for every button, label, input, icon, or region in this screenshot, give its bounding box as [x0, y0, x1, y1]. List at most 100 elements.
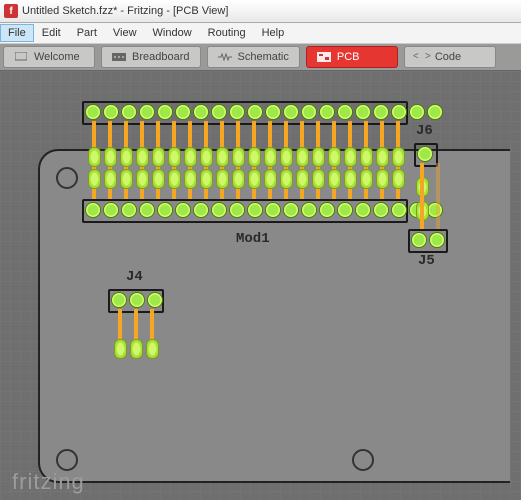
- pad[interactable]: [319, 202, 335, 218]
- breadboard-icon: [112, 52, 126, 62]
- pad[interactable]: [129, 292, 145, 308]
- header-top-pads[interactable]: [84, 103, 444, 121]
- trace-pad: [328, 169, 341, 189]
- pad[interactable]: [193, 104, 209, 120]
- tab-label: Breadboard: [132, 51, 190, 63]
- pad[interactable]: [175, 202, 191, 218]
- trace-pad: [168, 147, 181, 167]
- pad[interactable]: [283, 202, 299, 218]
- trace-pad: [232, 169, 245, 189]
- pad[interactable]: [175, 104, 191, 120]
- pad[interactable]: [211, 104, 227, 120]
- header-j4-pads[interactable]: [110, 291, 164, 309]
- pad[interactable]: [355, 104, 371, 120]
- pad[interactable]: [147, 292, 163, 308]
- pad[interactable]: [427, 104, 443, 120]
- pad[interactable]: [373, 202, 389, 218]
- pad[interactable]: [121, 202, 137, 218]
- pad[interactable]: [391, 202, 407, 218]
- menu-part[interactable]: Part: [69, 24, 105, 42]
- pad[interactable]: [229, 202, 245, 218]
- trace-pad: [360, 169, 373, 189]
- pad[interactable]: [409, 104, 425, 120]
- pad[interactable]: [319, 104, 335, 120]
- menu-file[interactable]: File: [0, 24, 34, 42]
- menu-window[interactable]: Window: [145, 24, 200, 42]
- header-j6-pads[interactable]: [416, 145, 434, 163]
- trace-pad: [248, 147, 261, 167]
- tab-pcb[interactable]: PCB: [306, 46, 398, 68]
- tab-breadboard[interactable]: Breadboard: [101, 46, 201, 68]
- trace-pad: [280, 147, 293, 167]
- pad[interactable]: [283, 104, 299, 120]
- trace-pad: [104, 147, 117, 167]
- pad[interactable]: [103, 104, 119, 120]
- trace-pad: [376, 147, 389, 167]
- tab-label: Schematic: [238, 51, 289, 63]
- trace-pad: [136, 169, 149, 189]
- menu-help[interactable]: Help: [254, 24, 293, 42]
- pad[interactable]: [301, 104, 317, 120]
- trace-pad: [328, 147, 341, 167]
- trace-pad: [120, 147, 133, 167]
- tab-code[interactable]: < > Code: [404, 46, 496, 68]
- label-j4: J4: [126, 269, 143, 285]
- trace-pad: [130, 339, 143, 359]
- tab-label: Welcome: [34, 51, 80, 63]
- header-j5-pads[interactable]: [410, 231, 446, 249]
- trace-pad: [152, 169, 165, 189]
- trace-pad: [184, 169, 197, 189]
- schematic-icon: [218, 52, 232, 62]
- tab-welcome[interactable]: Welcome: [3, 46, 95, 68]
- pad[interactable]: [427, 202, 443, 218]
- tab-label: PCB: [337, 51, 360, 63]
- label-j5: J5: [418, 253, 435, 269]
- trace-pad: [264, 169, 277, 189]
- pad[interactable]: [85, 104, 101, 120]
- menu-routing[interactable]: Routing: [200, 24, 254, 42]
- pad[interactable]: [211, 202, 227, 218]
- label-j6: J6: [416, 123, 433, 139]
- pad[interactable]: [247, 202, 263, 218]
- pad[interactable]: [373, 104, 389, 120]
- pad[interactable]: [301, 202, 317, 218]
- pad[interactable]: [139, 202, 155, 218]
- pad[interactable]: [391, 104, 407, 120]
- watermark: fritzing: [12, 469, 85, 495]
- trace-pad: [200, 169, 213, 189]
- trace-pad: [88, 169, 101, 189]
- trace-pad: [344, 169, 357, 189]
- pcb-canvas[interactable]: Mod1 J4 J5 J6 fritzing: [0, 71, 521, 500]
- pad[interactable]: [411, 232, 427, 248]
- pad[interactable]: [355, 202, 371, 218]
- menu-edit[interactable]: Edit: [34, 24, 69, 42]
- trace-pad: [248, 169, 261, 189]
- app-icon: f: [4, 4, 18, 18]
- view-tabs: Welcome Breadboard Schematic PCB < > Cod…: [0, 44, 521, 71]
- pad[interactable]: [121, 104, 137, 120]
- tab-schematic[interactable]: Schematic: [207, 46, 300, 68]
- pad[interactable]: [265, 104, 281, 120]
- pad[interactable]: [157, 104, 173, 120]
- pad[interactable]: [85, 202, 101, 218]
- trace: [420, 163, 424, 229]
- pad[interactable]: [247, 104, 263, 120]
- pad[interactable]: [337, 104, 353, 120]
- pad[interactable]: [139, 104, 155, 120]
- trace-pad: [120, 169, 133, 189]
- header-bottom-pads[interactable]: [84, 201, 444, 219]
- pad[interactable]: [417, 146, 433, 162]
- pad[interactable]: [337, 202, 353, 218]
- pad[interactable]: [429, 232, 445, 248]
- pad[interactable]: [265, 202, 281, 218]
- pad[interactable]: [103, 202, 119, 218]
- pad[interactable]: [111, 292, 127, 308]
- pad[interactable]: [157, 202, 173, 218]
- pad[interactable]: [229, 104, 245, 120]
- mounting-hole: [352, 449, 374, 471]
- trace-pad: [146, 339, 159, 359]
- menu-view[interactable]: View: [105, 24, 145, 42]
- trace-pad: [264, 147, 277, 167]
- trace-pad: [312, 147, 325, 167]
- pad[interactable]: [193, 202, 209, 218]
